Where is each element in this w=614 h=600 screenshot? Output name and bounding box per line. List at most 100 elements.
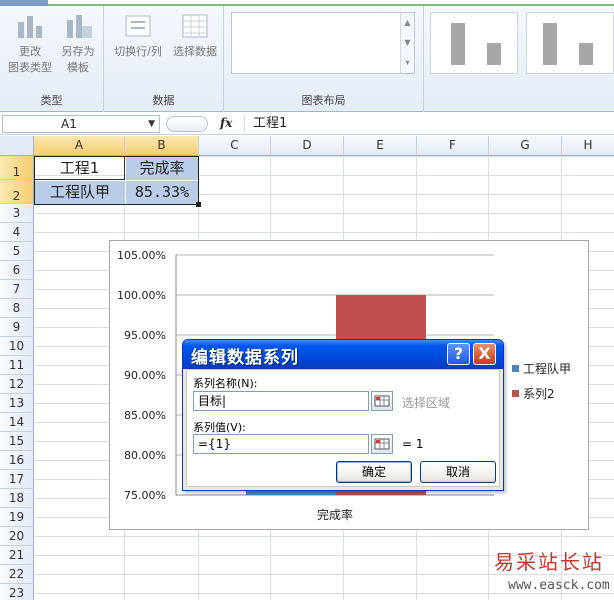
column-header-a[interactable]: A — [34, 136, 125, 156]
y-tick-label: 75.00% — [124, 489, 166, 502]
excel-window: 更改 图表类型 另存为 模板 类型 切换行/列 选择数据 数据 图表布局 ▲ ▼… — [0, 0, 614, 600]
row-header-11[interactable]: 11 — [0, 356, 34, 375]
change-chart-type-button[interactable]: 更改 图表类型 — [2, 12, 58, 76]
fill-handle[interactable] — [196, 202, 201, 207]
save-as-template-label: 另存为 模板 — [61, 45, 95, 74]
formula-controls: fx — [164, 115, 240, 133]
watermark-url: www.easck.com — [508, 578, 610, 593]
row-header-6[interactable]: 6 — [0, 261, 34, 280]
select-data-icon — [180, 12, 210, 40]
column-header-d[interactable]: D — [271, 136, 344, 156]
series-values-result: = 1 — [402, 437, 424, 451]
series-name-label: 系列名称(N): — [193, 377, 258, 390]
change-chart-type-label: 更改 图表类型 — [8, 45, 52, 74]
dialog-titlebar[interactable]: 编辑数据系列 ? X — [183, 340, 503, 369]
series-values-ref-button[interactable] — [371, 434, 393, 454]
chart-layout-gallery[interactable]: ▲ ▼ ▾ — [231, 12, 415, 74]
switch-row-column-icon — [123, 12, 153, 40]
select-data-button[interactable]: 选择数据 — [166, 12, 224, 60]
template-icon — [63, 12, 93, 40]
name-box-value: A1 — [61, 117, 77, 131]
row-header-18[interactable]: 18 — [0, 489, 34, 508]
ribbon: 更改 图表类型 另存为 模板 类型 切换行/列 选择数据 数据 图表布局 ▲ ▼… — [0, 0, 614, 112]
chart-style-thumbnail-1[interactable] — [430, 12, 518, 74]
y-tick-label: 80.00% — [124, 449, 166, 462]
dialog-title: 编辑数据系列 — [191, 348, 299, 368]
thumbnail-bar — [451, 23, 465, 65]
row-header-2[interactable]: 2 — [0, 180, 34, 204]
group-label-chart-layout: 图表布局 — [301, 94, 346, 107]
row-header-20[interactable]: 20 — [0, 527, 34, 546]
row-header-19[interactable]: 19 — [0, 508, 34, 527]
gallery-scroll[interactable]: ▲ ▼ ▾ — [400, 13, 414, 73]
chart-style-thumbnail-2[interactable] — [526, 12, 614, 74]
row-header-16[interactable]: 16 — [0, 451, 34, 470]
series-values-input[interactable]: ={1} — [193, 434, 369, 454]
column-header-g[interactable]: G — [489, 136, 562, 156]
row-header-9[interactable]: 9 — [0, 318, 34, 337]
row-header-21[interactable]: 21 — [0, 546, 34, 565]
row-header-15[interactable]: 15 — [0, 432, 34, 451]
select-data-label: 选择数据 — [173, 45, 217, 58]
legend-swatch-2 — [512, 390, 519, 397]
row-header-23[interactable]: 23 — [0, 584, 34, 600]
row-header-5[interactable]: 5 — [0, 242, 34, 261]
y-tick-label: 95.00% — [124, 329, 166, 342]
watermark-text: 易采站长站 — [494, 550, 604, 574]
series-name-input[interactable]: 目标| — [193, 391, 369, 411]
row-header-22[interactable]: 22 — [0, 565, 34, 584]
help-button[interactable]: ? — [447, 343, 470, 365]
help-icon: ? — [453, 344, 464, 363]
selection-outline — [34, 156, 199, 205]
thumbnail-bar — [543, 23, 557, 65]
insert-function-icon[interactable]: fx — [220, 116, 232, 130]
name-box[interactable]: A1 ▼ — [2, 115, 160, 133]
edit-series-dialog: 编辑数据系列 ? X 系列名称(N): 目标| 选择区域 系列值(V): ={1… — [182, 339, 504, 491]
column-header-c[interactable]: C — [199, 136, 271, 156]
row-header-10[interactable]: 10 — [0, 337, 34, 356]
row-header-7[interactable]: 7 — [0, 280, 34, 299]
legend-label-1: 工程队甲 — [523, 361, 571, 376]
legend-swatch-1 — [512, 365, 519, 372]
row-header-12[interactable]: 12 — [0, 375, 34, 394]
save-as-template-button[interactable]: 另存为 模板 — [52, 12, 104, 76]
close-icon: X — [478, 344, 491, 363]
y-tick-label: 100.00% — [117, 289, 166, 302]
name-box-dropdown-icon[interactable]: ▼ — [148, 116, 155, 132]
chart-type-icon — [15, 12, 45, 40]
formula-splitter[interactable] — [166, 116, 208, 132]
row-header-14[interactable]: 14 — [0, 413, 34, 432]
series-values-label: 系列值(V): — [193, 421, 246, 434]
series-name-ref-button[interactable] — [371, 391, 393, 411]
y-tick-label: 85.00% — [124, 409, 166, 422]
group-label-type: 类型 — [40, 94, 63, 107]
column-header-e[interactable]: E — [344, 136, 417, 156]
x-category-label: 完成率 — [317, 507, 353, 522]
row-header-3[interactable]: 3 — [0, 204, 34, 223]
row-header-17[interactable]: 17 — [0, 470, 34, 489]
ok-button[interactable]: 确定 — [336, 461, 412, 483]
range-select-icon — [374, 438, 390, 450]
row-header-8[interactable]: 8 — [0, 299, 34, 318]
switch-row-column-label: 切换行/列 — [114, 45, 162, 58]
thumbnail-bar — [579, 43, 593, 65]
legend-label-2: 系列2 — [523, 387, 555, 401]
group-label-data: 数据 — [152, 94, 175, 107]
range-select-icon — [374, 395, 390, 407]
cancel-button[interactable]: 取消 — [420, 461, 496, 483]
select-all-corner[interactable] — [0, 136, 34, 156]
column-header-f[interactable]: F — [417, 136, 489, 156]
switch-row-column-button[interactable]: 切换行/列 — [108, 12, 168, 60]
row-header-13[interactable]: 13 — [0, 394, 34, 413]
row-header-1[interactable]: 1 — [0, 156, 34, 180]
row-header-4[interactable]: 4 — [0, 223, 34, 242]
formula-input[interactable]: 工程1 — [244, 115, 614, 133]
formula-bar: A1 ▼ fx 工程1 — [0, 113, 614, 135]
y-tick-label: 90.00% — [124, 369, 166, 382]
close-button[interactable]: X — [473, 343, 496, 365]
column-header-h[interactable]: H — [562, 136, 614, 156]
ribbon-group-data: 切换行/列 选择数据 数据 — [104, 6, 224, 112]
ribbon-group-type: 更改 图表类型 另存为 模板 类型 — [0, 6, 104, 112]
column-header-b[interactable]: B — [125, 136, 199, 156]
y-tick-label: 105.00% — [117, 249, 166, 262]
